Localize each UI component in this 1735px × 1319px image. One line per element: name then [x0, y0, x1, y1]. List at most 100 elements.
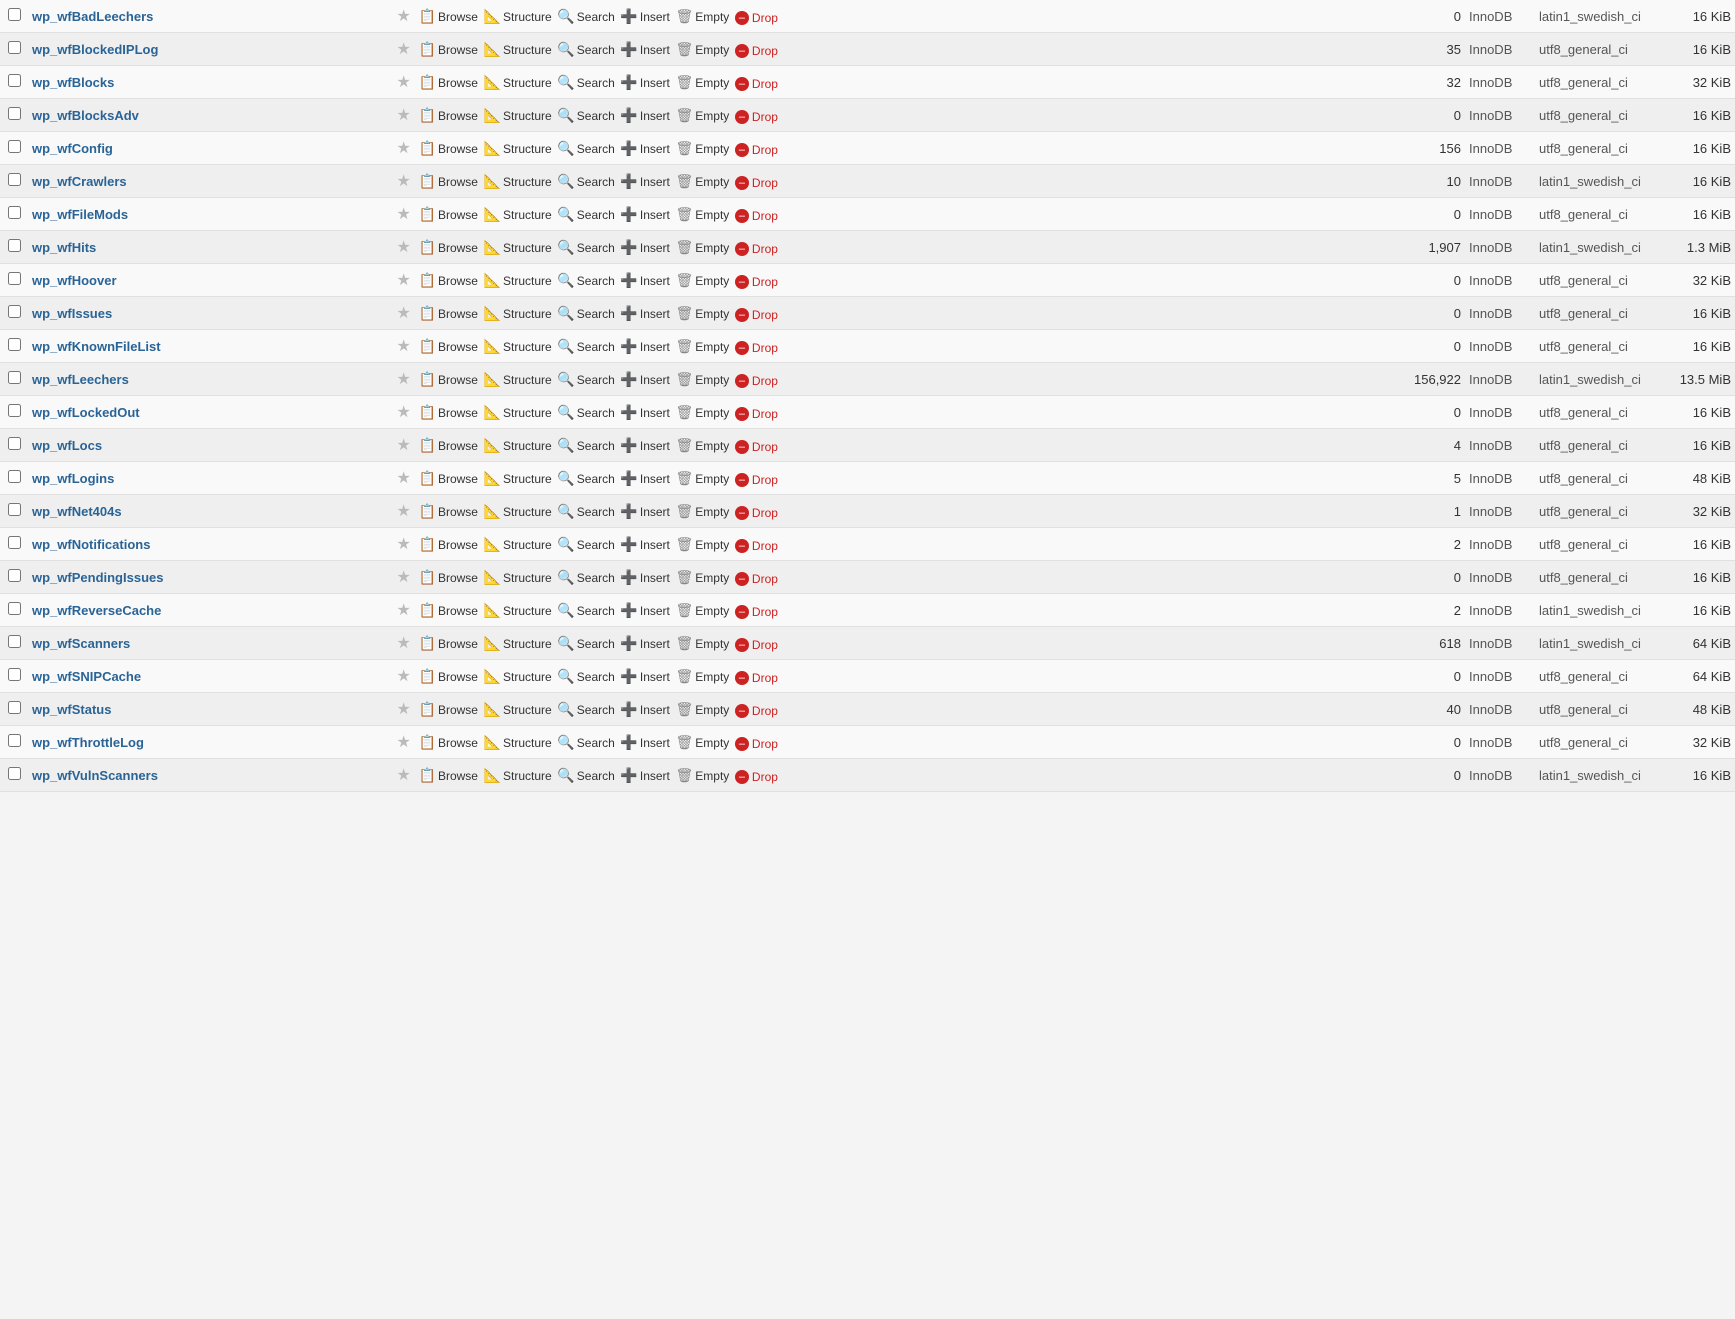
drop-button[interactable]: – Drop	[735, 440, 778, 454]
structure-button[interactable]: 📐 Structure	[484, 503, 552, 520]
search-button[interactable]: 🔍 Search	[557, 140, 614, 157]
structure-button[interactable]: 📐 Structure	[484, 239, 552, 256]
row-checkbox[interactable]	[8, 173, 21, 186]
favorite-star[interactable]: ★	[397, 536, 411, 553]
insert-button[interactable]: ➕ Insert	[620, 734, 669, 751]
structure-button[interactable]: 📐 Structure	[484, 602, 552, 619]
favorite-star[interactable]: ★	[397, 74, 411, 91]
empty-button[interactable]: 🗑 Empty	[676, 602, 730, 619]
row-checkbox[interactable]	[8, 602, 21, 615]
row-checkbox[interactable]	[8, 734, 21, 747]
insert-button[interactable]: ➕ Insert	[620, 338, 669, 355]
browse-button[interactable]: 📋 Browse	[419, 734, 478, 751]
empty-button[interactable]: 🗑 Empty	[676, 470, 730, 487]
drop-button[interactable]: – Drop	[735, 110, 778, 124]
search-button[interactable]: 🔍 Search	[557, 338, 614, 355]
browse-button[interactable]: 📋 Browse	[419, 140, 478, 157]
browse-button[interactable]: 📋 Browse	[419, 569, 478, 586]
empty-button[interactable]: 🗑 Empty	[676, 569, 730, 586]
insert-button[interactable]: ➕ Insert	[620, 140, 669, 157]
row-checkbox[interactable]	[8, 140, 21, 153]
search-button[interactable]: 🔍 Search	[557, 503, 614, 520]
search-button[interactable]: 🔍 Search	[557, 668, 614, 685]
drop-button[interactable]: – Drop	[735, 671, 778, 685]
search-button[interactable]: 🔍 Search	[557, 272, 614, 289]
browse-button[interactable]: 📋 Browse	[419, 437, 478, 454]
drop-button[interactable]: – Drop	[735, 374, 778, 388]
insert-button[interactable]: ➕ Insert	[620, 239, 669, 256]
drop-button[interactable]: – Drop	[735, 275, 778, 289]
empty-button[interactable]: 🗑 Empty	[676, 41, 730, 58]
row-checkbox[interactable]	[8, 8, 21, 21]
structure-button[interactable]: 📐 Structure	[484, 74, 552, 91]
drop-button[interactable]: – Drop	[735, 308, 778, 322]
insert-button[interactable]: ➕ Insert	[620, 635, 669, 652]
structure-button[interactable]: 📐 Structure	[484, 701, 552, 718]
structure-button[interactable]: 📐 Structure	[484, 734, 552, 751]
structure-button[interactable]: 📐 Structure	[484, 173, 552, 190]
empty-button[interactable]: 🗑 Empty	[676, 701, 730, 718]
search-button[interactable]: 🔍 Search	[557, 470, 614, 487]
insert-button[interactable]: ➕ Insert	[620, 8, 669, 25]
browse-button[interactable]: 📋 Browse	[419, 239, 478, 256]
favorite-star[interactable]: ★	[397, 404, 411, 421]
structure-button[interactable]: 📐 Structure	[484, 371, 552, 388]
row-checkbox[interactable]	[8, 404, 21, 417]
browse-button[interactable]: 📋 Browse	[419, 503, 478, 520]
structure-button[interactable]: 📐 Structure	[484, 404, 552, 421]
browse-button[interactable]: 📋 Browse	[419, 41, 478, 58]
browse-button[interactable]: 📋 Browse	[419, 173, 478, 190]
favorite-star[interactable]: ★	[397, 41, 411, 58]
empty-button[interactable]: 🗑 Empty	[676, 668, 730, 685]
structure-button[interactable]: 📐 Structure	[484, 338, 552, 355]
browse-button[interactable]: 📋 Browse	[419, 668, 478, 685]
insert-button[interactable]: ➕ Insert	[620, 602, 669, 619]
favorite-star[interactable]: ★	[397, 239, 411, 256]
empty-button[interactable]: 🗑 Empty	[676, 371, 730, 388]
insert-button[interactable]: ➕ Insert	[620, 173, 669, 190]
drop-button[interactable]: – Drop	[735, 737, 778, 751]
structure-button[interactable]: 📐 Structure	[484, 470, 552, 487]
favorite-star[interactable]: ★	[397, 470, 411, 487]
search-button[interactable]: 🔍 Search	[557, 74, 614, 91]
insert-button[interactable]: ➕ Insert	[620, 767, 669, 784]
drop-button[interactable]: – Drop	[735, 638, 778, 652]
search-button[interactable]: 🔍 Search	[557, 371, 614, 388]
insert-button[interactable]: ➕ Insert	[620, 41, 669, 58]
search-button[interactable]: 🔍 Search	[557, 767, 614, 784]
structure-button[interactable]: 📐 Structure	[484, 206, 552, 223]
browse-button[interactable]: 📋 Browse	[419, 8, 478, 25]
row-checkbox[interactable]	[8, 635, 21, 648]
structure-button[interactable]: 📐 Structure	[484, 668, 552, 685]
favorite-star[interactable]: ★	[397, 569, 411, 586]
structure-button[interactable]: 📐 Structure	[484, 140, 552, 157]
empty-button[interactable]: 🗑 Empty	[676, 173, 730, 190]
search-button[interactable]: 🔍 Search	[557, 239, 614, 256]
drop-button[interactable]: – Drop	[735, 704, 778, 718]
structure-button[interactable]: 📐 Structure	[484, 767, 552, 784]
row-checkbox[interactable]	[8, 239, 21, 252]
structure-button[interactable]: 📐 Structure	[484, 272, 552, 289]
search-button[interactable]: 🔍 Search	[557, 305, 614, 322]
favorite-star[interactable]: ★	[397, 173, 411, 190]
empty-button[interactable]: 🗑 Empty	[676, 635, 730, 652]
insert-button[interactable]: ➕ Insert	[620, 272, 669, 289]
browse-button[interactable]: 📋 Browse	[419, 404, 478, 421]
row-checkbox[interactable]	[8, 338, 21, 351]
empty-button[interactable]: 🗑 Empty	[676, 140, 730, 157]
favorite-star[interactable]: ★	[397, 734, 411, 751]
row-checkbox[interactable]	[8, 470, 21, 483]
empty-button[interactable]: 🗑 Empty	[676, 272, 730, 289]
favorite-star[interactable]: ★	[397, 668, 411, 685]
structure-button[interactable]: 📐 Structure	[484, 437, 552, 454]
row-checkbox[interactable]	[8, 107, 21, 120]
insert-button[interactable]: ➕ Insert	[620, 206, 669, 223]
favorite-star[interactable]: ★	[397, 437, 411, 454]
insert-button[interactable]: ➕ Insert	[620, 74, 669, 91]
drop-button[interactable]: – Drop	[735, 407, 778, 421]
insert-button[interactable]: ➕ Insert	[620, 701, 669, 718]
browse-button[interactable]: 📋 Browse	[419, 107, 478, 124]
empty-button[interactable]: 🗑 Empty	[676, 338, 730, 355]
drop-button[interactable]: – Drop	[735, 11, 778, 25]
drop-button[interactable]: – Drop	[735, 539, 778, 553]
